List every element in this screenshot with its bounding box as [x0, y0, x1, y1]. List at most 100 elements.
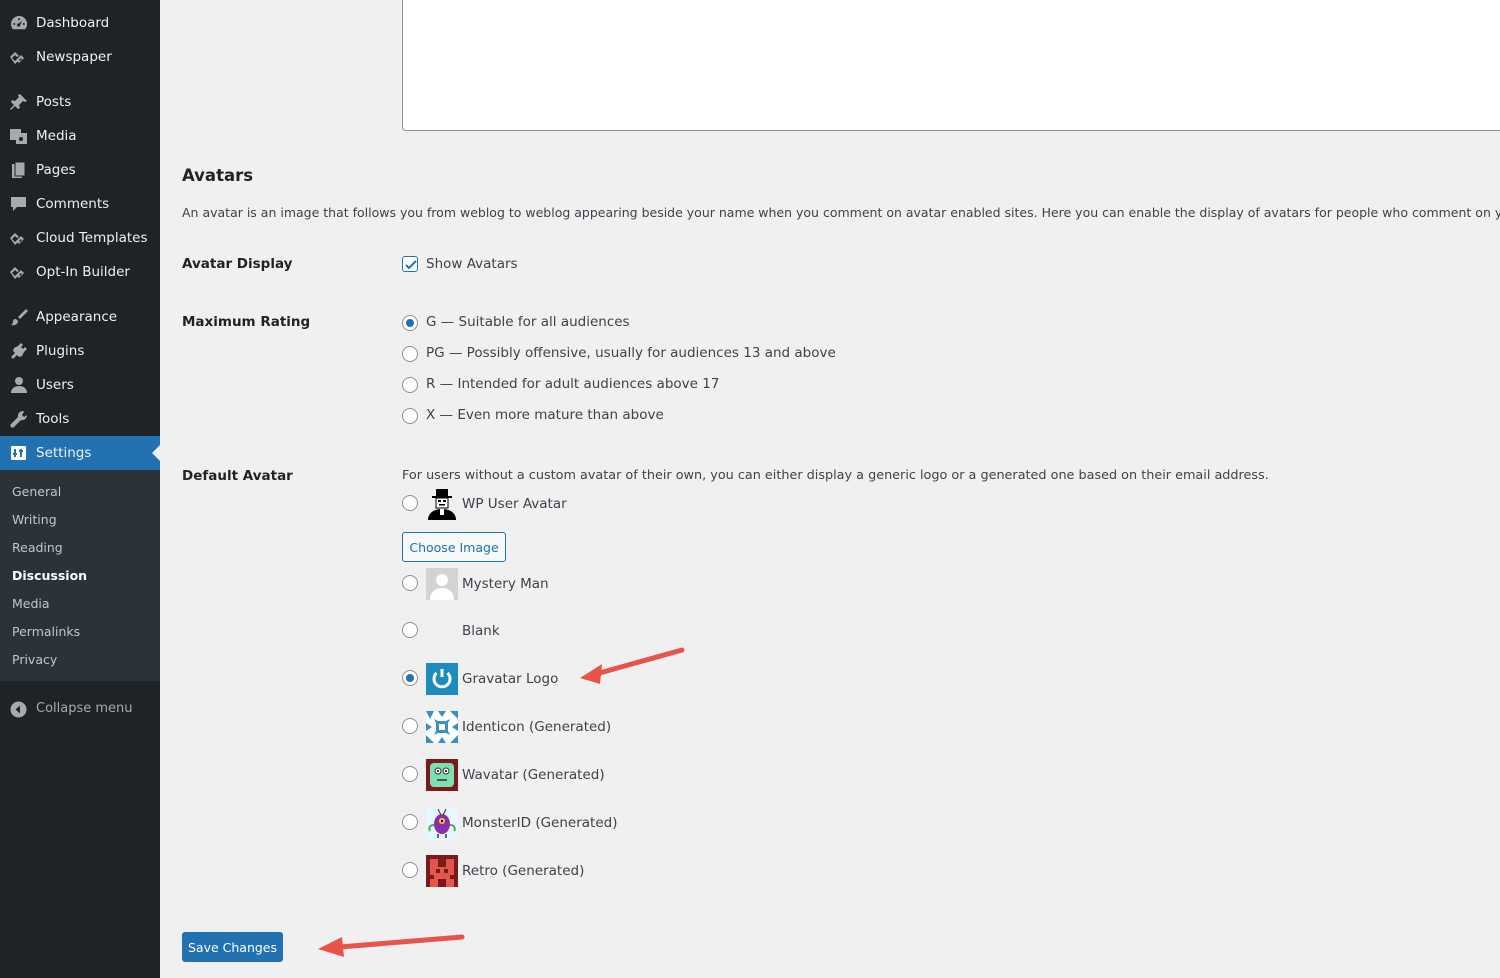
cloud-templates-icon	[10, 233, 24, 245]
avatars-description: An avatar is an image that follows you f…	[182, 205, 1500, 220]
menu-item-tools[interactable]: Tools	[0, 402, 160, 436]
avatar-radio-wp-user[interactable]	[402, 495, 418, 511]
default-avatar-label: Default Avatar	[182, 468, 293, 484]
rating-label-r: R — Intended for adult audiences above 1…	[426, 376, 720, 392]
media-icon	[10, 129, 27, 144]
collapse-icon	[10, 701, 27, 718]
menu-item-posts[interactable]: Posts	[0, 85, 160, 119]
pin-icon	[10, 94, 27, 110]
collapse-label: Collapse menu	[36, 701, 133, 716]
save-changes-button[interactable]: Save Changes	[182, 932, 283, 962]
menu-label: Opt-In Builder	[36, 264, 130, 280]
submenu-privacy[interactable]: Privacy	[12, 652, 57, 667]
rating-option-g[interactable]: G — Suitable for all audiences	[402, 314, 822, 334]
active-indicator	[152, 445, 160, 461]
avatar-label-identicon: Identicon (Generated)	[462, 719, 612, 735]
settings-submenu: General Writing Reading Discussion Media…	[0, 470, 160, 681]
rating-option-pg[interactable]: PG — Possibly offensive, usually for aud…	[402, 345, 836, 365]
rating-option-r[interactable]: R — Intended for adult audiences above 1…	[402, 376, 822, 396]
menu-item-appearance[interactable]: Appearance	[0, 300, 160, 334]
dashboard-icon	[11, 15, 28, 30]
menu-label: Users	[36, 377, 74, 393]
checkmark-icon	[405, 260, 417, 270]
annotation-arrow-gravatar	[580, 647, 685, 684]
submenu-permalinks[interactable]: Permalinks	[12, 624, 80, 639]
choose-image-button[interactable]: Choose Image	[402, 532, 506, 562]
collapse-menu-button[interactable]: Collapse menu	[0, 696, 160, 724]
avatar-label-monsterid: MonsterID (Generated)	[462, 815, 618, 831]
avatar-radio-mystery-man[interactable]	[402, 575, 418, 591]
menu-label: Posts	[36, 94, 72, 110]
rating-label-x: X — Even more mature than above	[426, 407, 664, 423]
wp-user-avatar-image	[426, 488, 458, 520]
avatar-radio-gravatar-logo[interactable]	[402, 670, 418, 686]
menu-label: Media	[36, 128, 77, 144]
gravatar-logo-image	[426, 663, 458, 695]
avatar-radio-wavatar[interactable]	[402, 766, 418, 782]
avatar-radio-blank[interactable]	[402, 622, 418, 638]
retro-avatar-image	[426, 855, 458, 887]
annotation-arrow-save	[318, 934, 465, 957]
menu-item-cloud-templates[interactable]: Cloud Templates	[0, 221, 160, 255]
rating-label-g: G — Suitable for all audiences	[426, 314, 630, 330]
show-avatars-option[interactable]: Show Avatars	[402, 256, 602, 276]
avatar-label-mystery-man: Mystery Man	[462, 576, 549, 592]
newspaper-icon	[10, 52, 24, 64]
menu-item-users[interactable]: Users	[0, 368, 160, 402]
comment-blocklist-textarea[interactable]	[402, 0, 1500, 131]
max-rating-label: Maximum Rating	[182, 314, 311, 330]
menu-item-media[interactable]: Media	[0, 119, 160, 153]
menu-label: Comments	[36, 196, 110, 212]
menu-item-newspaper[interactable]: Newspaper	[0, 40, 160, 74]
submenu-discussion[interactable]: Discussion	[12, 568, 87, 583]
comments-icon	[11, 197, 26, 211]
show-avatars-label: Show Avatars	[426, 256, 518, 272]
menu-item-comments[interactable]: Comments	[0, 187, 160, 221]
menu-item-dashboard[interactable]: Dashboard	[0, 6, 160, 40]
avatar-label-wavatar: Wavatar (Generated)	[462, 767, 605, 783]
submenu-writing[interactable]: Writing	[12, 512, 57, 527]
brush-icon	[11, 309, 28, 326]
plug-icon	[11, 343, 27, 359]
wavatar-avatar-image	[426, 759, 458, 791]
avatar-radio-retro[interactable]	[402, 862, 418, 878]
menu-label: Dashboard	[36, 15, 110, 31]
mystery-man-avatar-image	[426, 568, 458, 600]
show-avatars-checkbox[interactable]	[402, 256, 418, 272]
rating-radio-r[interactable]	[402, 377, 418, 393]
rating-radio-g[interactable]	[402, 315, 418, 331]
avatar-display-label: Avatar Display	[182, 256, 293, 272]
settings-icon	[11, 446, 26, 460]
avatar-radio-identicon[interactable]	[402, 718, 418, 734]
rating-option-x[interactable]: X — Even more mature than above	[402, 407, 822, 427]
submenu-reading[interactable]: Reading	[12, 540, 63, 555]
wrench-icon	[10, 410, 28, 428]
menu-label: Newspaper	[36, 49, 112, 65]
submenu-general[interactable]: General	[12, 484, 61, 499]
menu-item-plugins[interactable]: Plugins	[0, 334, 160, 368]
monsterid-avatar-image	[426, 807, 458, 839]
admin-sidebar: Dashboard Newspaper Posts Media Pages Co…	[0, 0, 160, 978]
menu-label: Cloud Templates	[36, 230, 148, 246]
avatars-heading: Avatars	[182, 166, 254, 185]
menu-label: Plugins	[36, 343, 85, 359]
avatar-radio-monsterid[interactable]	[402, 814, 418, 830]
menu-label: Settings	[36, 445, 92, 461]
submenu-media[interactable]: Media	[12, 596, 50, 611]
rating-label-pg: PG — Possibly offensive, usually for aud…	[426, 345, 836, 361]
rating-radio-x[interactable]	[402, 408, 418, 424]
menu-item-optin-builder[interactable]: Opt-In Builder	[0, 255, 160, 289]
avatar-label-retro: Retro (Generated)	[462, 863, 585, 879]
rating-radio-pg[interactable]	[402, 346, 418, 362]
default-avatar-description: For users without a custom avatar of the…	[402, 468, 1269, 483]
optin-icon	[10, 267, 24, 279]
menu-item-settings[interactable]: Settings	[0, 436, 160, 470]
avatar-label-gravatar-logo: Gravatar Logo	[462, 671, 559, 687]
identicon-avatar-image	[426, 711, 458, 743]
menu-label: Appearance	[36, 309, 118, 325]
menu-item-pages[interactable]: Pages	[0, 153, 160, 187]
user-icon	[11, 377, 27, 393]
avatar-label-blank: Blank	[462, 623, 500, 639]
menu-label: Tools	[36, 411, 70, 427]
menu-label: Pages	[36, 162, 76, 178]
